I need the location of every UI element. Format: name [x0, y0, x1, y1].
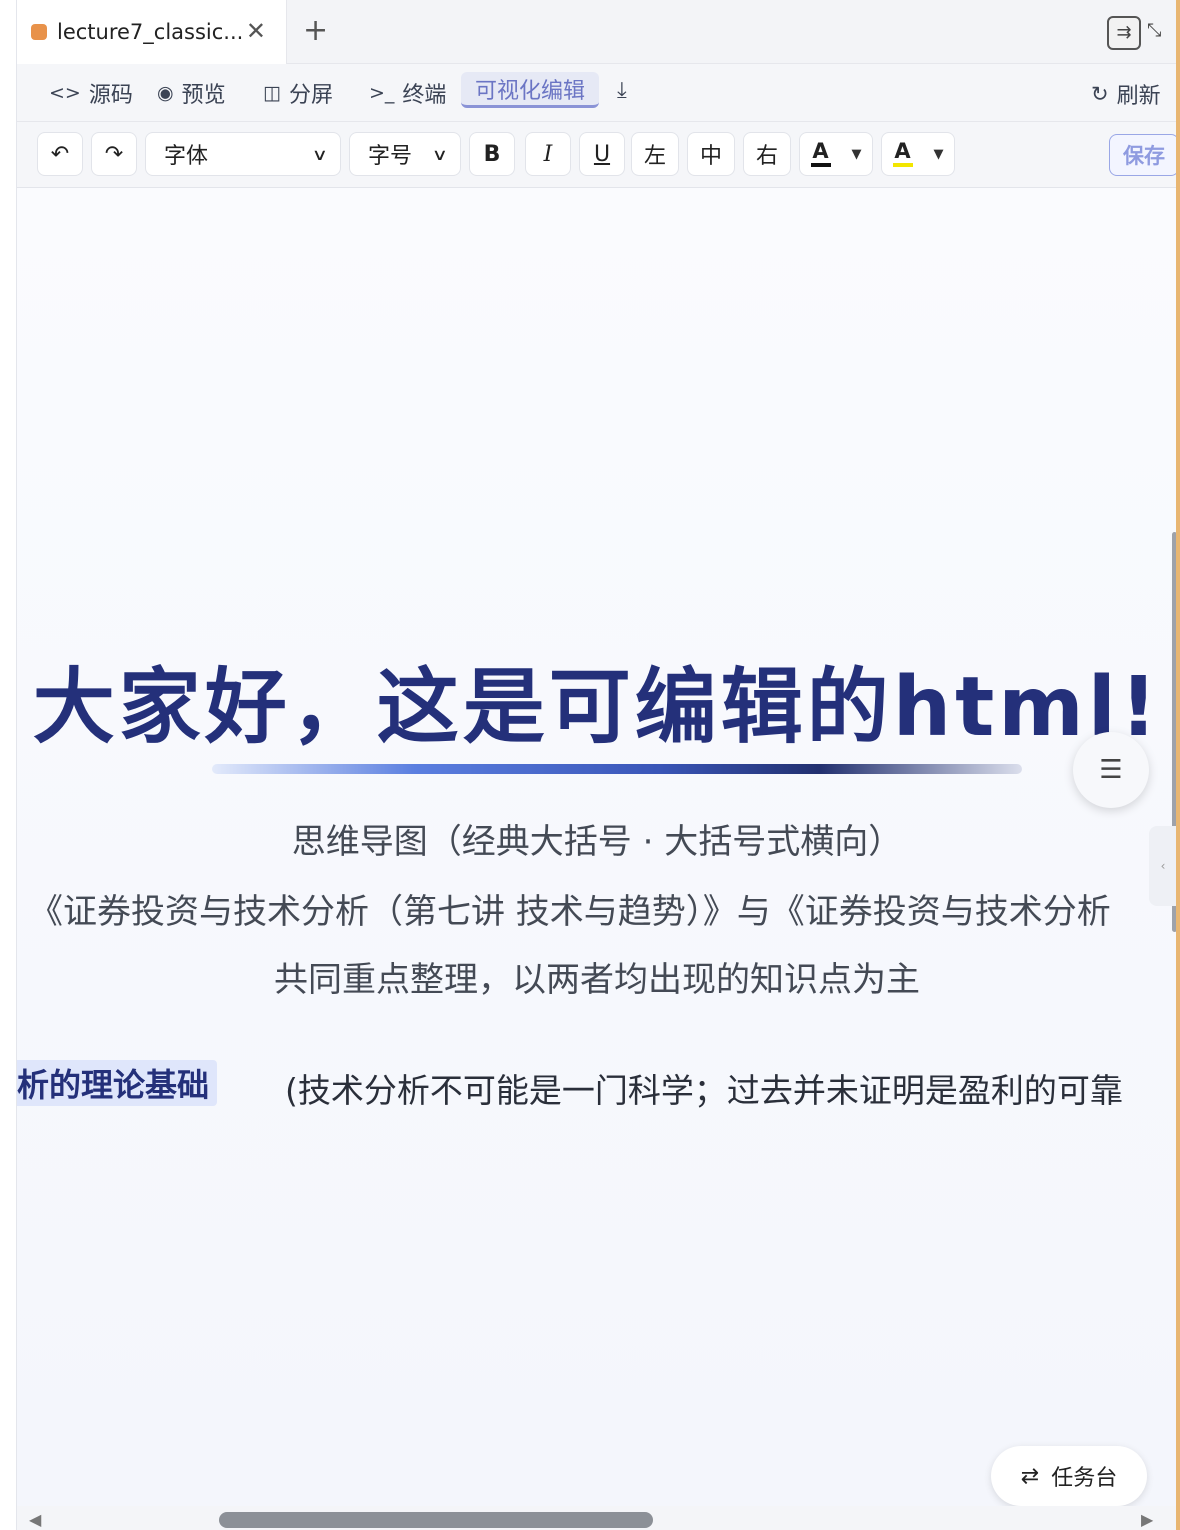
- visual-edit-button[interactable]: 可视化编辑: [461, 72, 600, 108]
- font-select[interactable]: 字体 ∨: [145, 132, 341, 176]
- scrollbar-thumb[interactable]: [219, 1512, 653, 1528]
- align-center-label: 中: [699, 144, 722, 169]
- align-left-label: 左: [643, 144, 666, 169]
- collapse-icon[interactable]: ⤡: [1147, 18, 1161, 44]
- redo-button[interactable]: ↷: [91, 132, 137, 176]
- side-panel-handle[interactable]: ‹: [1149, 826, 1176, 906]
- scroll-right-icon[interactable]: ▶: [1141, 1510, 1153, 1529]
- view-toolbar: <> 源码 ◉ 预览 ◫ 分屏 >_ 终端 可视化编辑 ⤓ ↻ 刷新: [17, 64, 1176, 122]
- save-button[interactable]: 保存: [1109, 134, 1176, 176]
- text-color-icon: A: [810, 139, 831, 167]
- size-select[interactable]: 字号 ∨: [349, 132, 461, 176]
- refresh-icon: ↻: [1091, 82, 1109, 106]
- undo-icon: ↶: [50, 141, 70, 167]
- mindmap-node-text[interactable]: (技术分析不可能是一门科学；过去并未证明是盈利的可靠: [285, 1064, 1123, 1112]
- mindmap-node-label[interactable]: 析的理论基础: [17, 1060, 218, 1106]
- highlight-color-swatch: [892, 163, 913, 167]
- highlight-color-icon: A: [892, 139, 913, 167]
- redo-icon: ↷: [104, 141, 124, 167]
- italic-button[interactable]: I: [525, 132, 571, 176]
- caret-down-icon[interactable]: ▼: [934, 147, 944, 162]
- bold-button[interactable]: B: [469, 132, 515, 176]
- preview-label: 预览: [181, 83, 226, 108]
- title-divider: [212, 764, 1022, 774]
- split-label: 分屏: [288, 83, 333, 108]
- scroll-left-icon[interactable]: ◀: [29, 1510, 41, 1529]
- layout-toggle-icon[interactable]: ⇉: [1107, 16, 1141, 50]
- eye-icon: ◉: [157, 82, 174, 104]
- chevron-left-icon: ‹: [1160, 859, 1166, 873]
- align-right-label: 右: [755, 144, 778, 169]
- text-color-swatch: [810, 163, 831, 167]
- file-dot-icon: [31, 24, 47, 40]
- visual-editor-canvas[interactable]: 大家好，这是可编辑的html! 思维导图（经典大括号 · 大括号式横向） 《证券…: [17, 188, 1176, 1506]
- task-console-label: 任务台: [1051, 1466, 1118, 1491]
- subtitle-line-3[interactable]: 共同重点整理，以两者均出现的知识点为主: [17, 952, 1176, 1001]
- editor-window: lecture7_classic... ✕ + ⇉ ⤡ <> 源码 ◉ 预览 ◫…: [16, 0, 1176, 1530]
- text-color-button[interactable]: A ▼: [799, 132, 873, 176]
- undo-button[interactable]: ↶: [37, 132, 83, 176]
- bold-icon: B: [483, 141, 501, 167]
- download-icon[interactable]: ⤓: [617, 78, 627, 103]
- split-view-icon: ◫: [263, 82, 281, 104]
- chevron-down-icon: ∨: [311, 144, 329, 164]
- split-button[interactable]: ◫ 分屏: [263, 76, 333, 110]
- toc-button[interactable]: ☰: [1073, 732, 1149, 808]
- preview-button[interactable]: ◉ 预览: [157, 76, 226, 110]
- task-console-button[interactable]: ⇄ 任务台: [991, 1446, 1147, 1506]
- subtitle-line-2[interactable]: 《证券投资与技术分析（第七讲 技术与趋势）》与《证券投资与技术分析: [29, 884, 1111, 933]
- align-center-button[interactable]: 中: [687, 132, 735, 176]
- terminal-icon: >_: [369, 82, 395, 104]
- horizontal-scrollbar[interactable]: ◀ ▶: [17, 1506, 1176, 1530]
- highlight-color-button[interactable]: A ▼: [881, 132, 955, 176]
- subtitle-line-1[interactable]: 思维导图（经典大括号 · 大括号式横向）: [17, 814, 1176, 863]
- source-label: 源码: [88, 83, 133, 108]
- tab-bar: lecture7_classic... ✕ + ⇉ ⤡: [17, 0, 1176, 64]
- caret-down-icon[interactable]: ▼: [852, 147, 862, 162]
- size-select-value: 字号: [368, 144, 413, 169]
- source-button[interactable]: <> 源码: [49, 76, 133, 110]
- align-right-button[interactable]: 右: [743, 132, 791, 176]
- code-icon: <>: [49, 82, 81, 104]
- highlight-color-label: A: [894, 139, 911, 163]
- terminal-button[interactable]: >_ 终端: [369, 76, 446, 110]
- underline-icon: U: [593, 141, 611, 167]
- page-title[interactable]: 大家好，这是可编辑的html!: [17, 640, 1176, 759]
- tab-lecture7[interactable]: lecture7_classic... ✕: [17, 0, 287, 64]
- chevron-down-icon: ∨: [431, 144, 449, 164]
- underline-button[interactable]: U: [579, 132, 625, 176]
- align-left-button[interactable]: 左: [631, 132, 679, 176]
- list-icon: ☰: [1099, 755, 1123, 785]
- tab-title: lecture7_classic...: [57, 20, 244, 44]
- close-icon[interactable]: ✕: [246, 18, 266, 44]
- add-tab-icon[interactable]: +: [303, 14, 328, 48]
- refresh-label: 刷新: [1116, 84, 1161, 109]
- text-color-label: A: [812, 139, 829, 163]
- terminal-label: 终端: [402, 83, 447, 108]
- font-select-value: 字体: [164, 144, 209, 169]
- format-toolbar: ↶ ↷ 字体 ∨ 字号 ∨ B I U 左 中 右 A ▼ A ▼: [17, 122, 1176, 188]
- italic-icon: I: [543, 141, 553, 167]
- refresh-button[interactable]: ↻ 刷新: [1091, 78, 1161, 110]
- swap-icon: ⇄: [1020, 1463, 1040, 1489]
- visual-edit-label: 可视化编辑: [475, 78, 586, 104]
